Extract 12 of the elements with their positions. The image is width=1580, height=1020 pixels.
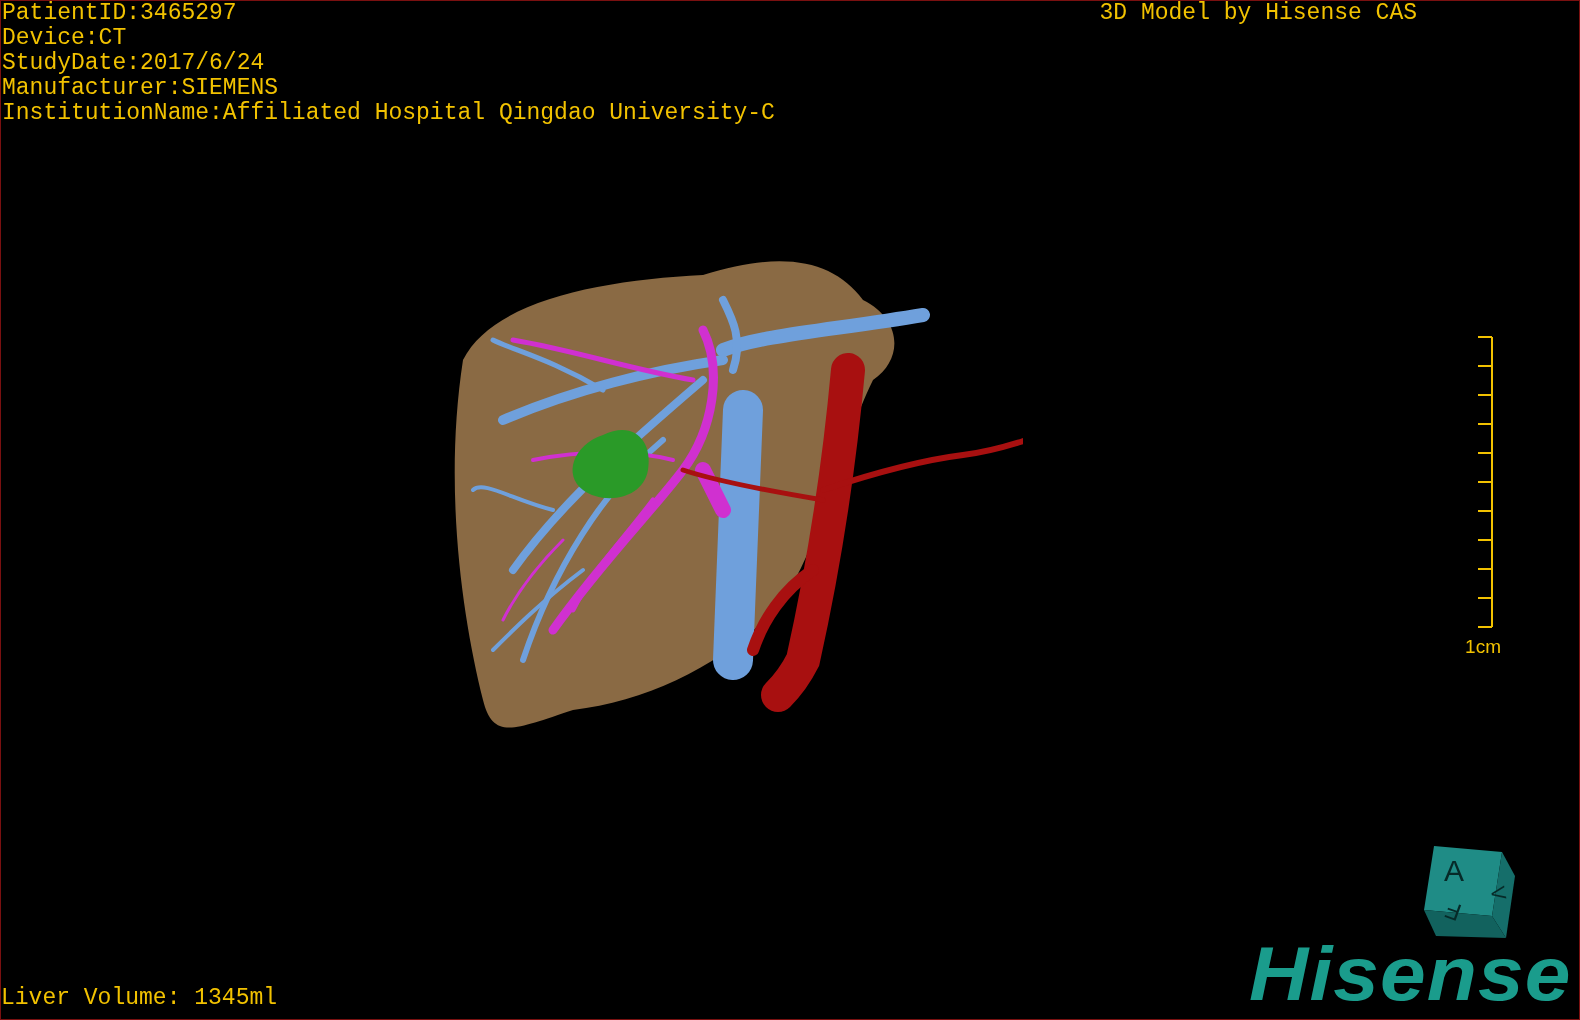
cube-face-label: F xyxy=(1441,895,1466,928)
viewer-title: 3D Model by Hisense CAS xyxy=(1099,1,1417,26)
patient-info-text: Device:CT xyxy=(2,26,128,51)
liver-volume-text: Liver Volume: 1345ml xyxy=(1,986,278,1013)
patient-info-text: InstitutionName:Affiliated Hospital Qingdao University-C xyxy=(2,101,775,126)
brand-logo: Hisense xyxy=(1248,939,1571,1009)
patient-info-text: Manufacturer:SIEMENS xyxy=(2,76,280,101)
scale-bar-label: 1cm xyxy=(1465,637,1501,657)
patient-info-text: StudyDate:2017/6/24 xyxy=(2,51,266,76)
patient-info-text: PatientID:3465297 xyxy=(2,1,238,26)
cube-face-label: V xyxy=(1485,883,1512,903)
cube-face-label: A xyxy=(1444,856,1464,886)
